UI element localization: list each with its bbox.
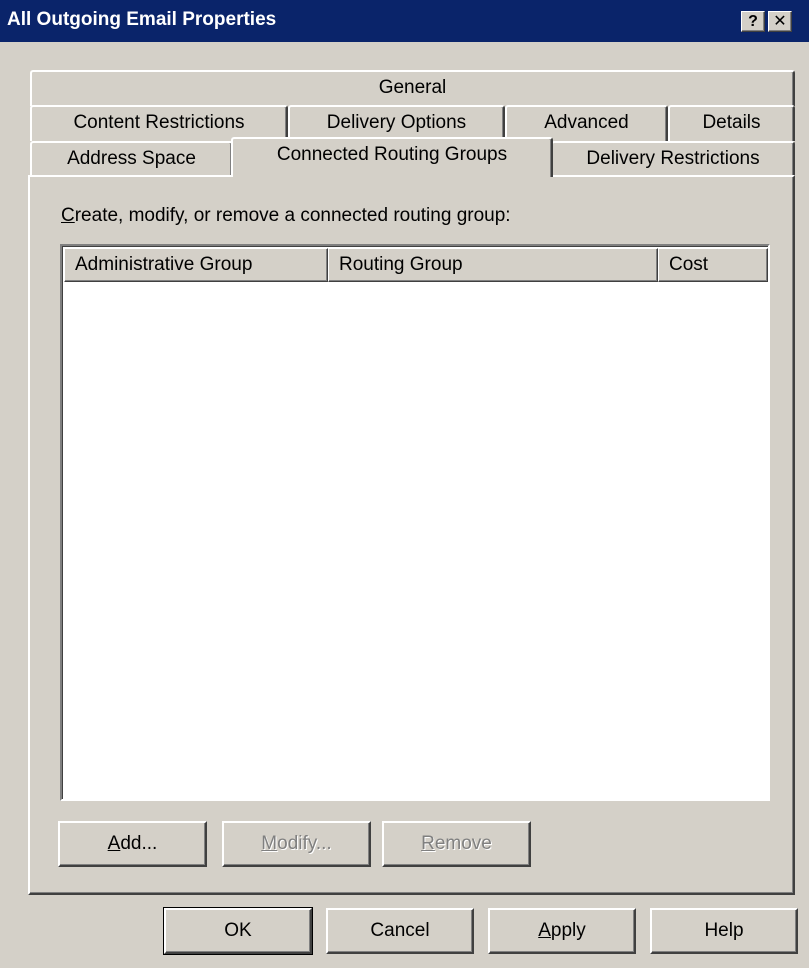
column-header-routing-group[interactable]: Routing Group [328,248,658,282]
tab-address-space-label: Address Space [67,148,196,169]
tab-delivery-options[interactable]: Delivery Options [288,105,505,141]
tab-general-label: General [378,77,447,98]
description-label: Create, modify, or remove a connected ro… [61,205,511,226]
tab-advanced-label: Advanced [544,112,629,133]
tab-content-restrictions[interactable]: Content Restrictions [30,105,288,141]
remove-button[interactable]: Remove [382,821,531,867]
title-bar[interactable]: All Outgoing Email Properties ? ✕ [0,0,809,42]
tab-connected-routing-groups-label: Connected Routing Groups [276,144,508,165]
tab-address-space[interactable]: Address Space [30,141,233,177]
cancel-button[interactable]: Cancel [326,908,474,954]
ok-button[interactable]: OK [163,907,313,955]
tab-advanced[interactable]: Advanced [505,105,668,141]
help-icon[interactable]: ? [741,11,765,32]
apply-button[interactable]: Apply [488,908,636,954]
tab-content-restrictions-label: Content Restrictions [73,112,245,133]
column-header-administrative-group[interactable]: Administrative Group [64,248,328,282]
tab-delivery-restrictions-label: Delivery Restrictions [586,148,760,169]
tab-panel: Create, modify, or remove a connected ro… [28,175,795,895]
tab-connected-routing-groups[interactable]: Connected Routing Groups [231,137,553,177]
add-button[interactable]: Add... [58,821,207,867]
close-icon[interactable]: ✕ [768,11,792,32]
tab-general[interactable]: General [30,70,795,106]
window-title: All Outgoing Email Properties [7,9,277,30]
modify-button[interactable]: Modify... [222,821,371,867]
column-header-cost[interactable]: Cost [658,248,768,282]
tab-details[interactable]: Details [668,105,795,141]
tab-details-label: Details [702,112,761,133]
help-button[interactable]: Help [650,908,798,954]
tab-delivery-restrictions[interactable]: Delivery Restrictions [551,141,795,177]
connected-routing-groups-list[interactable]: Administrative Group Routing Group Cost [60,244,770,801]
tab-delivery-options-label: Delivery Options [326,112,467,133]
